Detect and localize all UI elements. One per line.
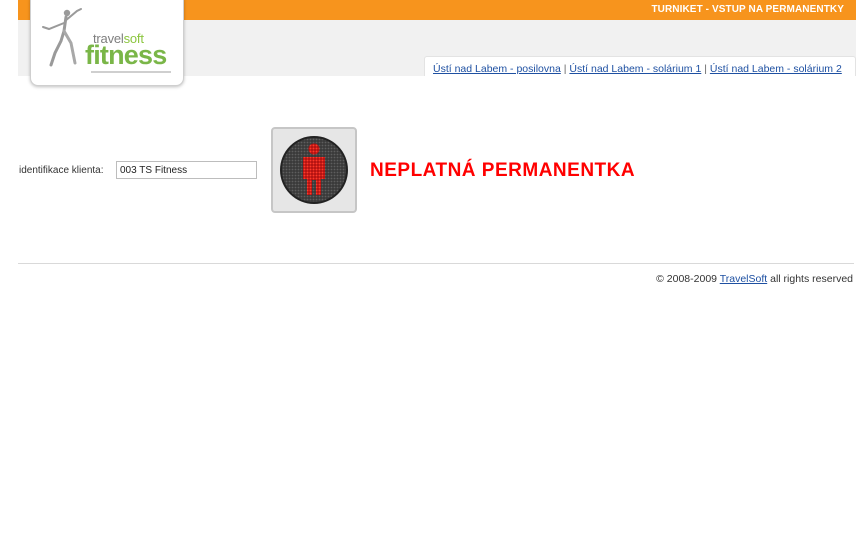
tab-solarium-1[interactable]: Ústí nad Labem - solárium 1	[569, 63, 701, 75]
tab-solarium-2[interactable]: Ústí nad Labem - solárium 2	[710, 63, 842, 75]
status-message: NEPLATNÁ PERMANENTKA	[370, 160, 636, 181]
red-man-stop-signal-icon	[280, 136, 348, 204]
tab-separator: |	[704, 63, 707, 75]
location-tabs: Ústí nad Labem - posilovna | Ústí nad La…	[424, 56, 856, 76]
client-id-input[interactable]	[116, 161, 257, 179]
travelsoft-link[interactable]: TravelSoft	[720, 273, 767, 285]
logo-fitness-text: fitness	[85, 40, 167, 70]
logo: travelsoft fitness	[30, 0, 184, 86]
footer: © 2008-2009 TravelSoft all rights reserv…	[656, 273, 853, 285]
tab-separator: |	[563, 63, 567, 75]
rights-text: all rights reserved	[770, 273, 853, 285]
footer-divider	[18, 263, 854, 264]
copyright-text: © 2008-2009	[656, 273, 717, 285]
logo-tagline	[91, 71, 171, 73]
dancer-figure-icon	[42, 8, 82, 67]
page-title: TURNIKET - VSTUP NA PERMANENTKY	[651, 4, 844, 15]
tab-posilovna[interactable]: Ústí nad Labem - posilovna	[433, 63, 561, 75]
status-signal	[271, 127, 357, 213]
client-id-label: identifikace klienta:	[19, 165, 104, 176]
